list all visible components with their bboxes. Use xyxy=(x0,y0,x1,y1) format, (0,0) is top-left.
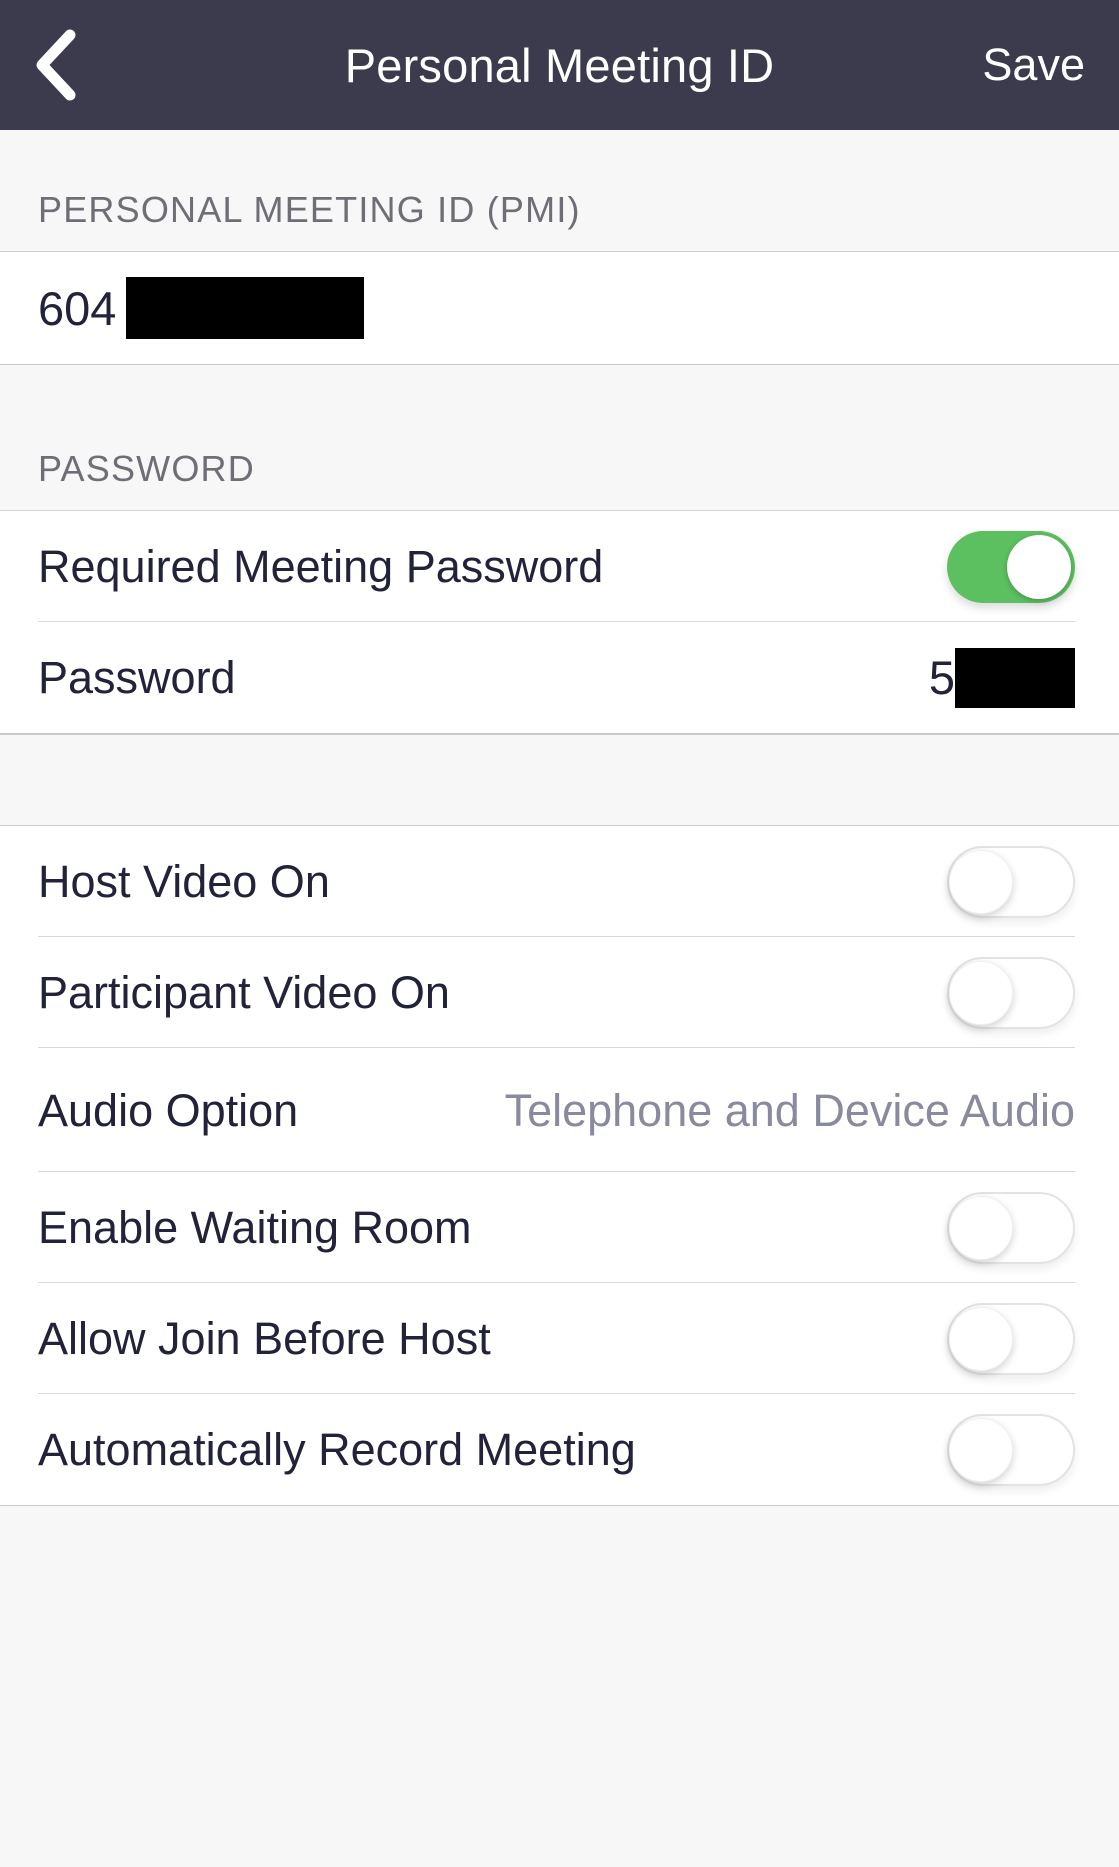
toggle-host-video-on[interactable] xyxy=(947,845,1075,918)
row-label: Host Video On xyxy=(38,856,330,907)
section-header-pmi: PERSONAL MEETING ID (PMI) xyxy=(0,130,1119,252)
pmi-group: 604 xyxy=(0,252,1119,364)
row-allow-join-before-host[interactable]: Allow Join Before Host xyxy=(0,1283,1119,1394)
row-audio-option[interactable]: Audio Option Telephone and Device Audio xyxy=(0,1048,1119,1172)
row-label: Allow Join Before Host xyxy=(38,1313,491,1364)
pmi-value: 604 xyxy=(38,277,365,339)
row-label: Enable Waiting Room xyxy=(38,1202,472,1253)
password-value-text: 5 xyxy=(928,651,955,704)
section-header-password: PASSWORD xyxy=(0,365,1119,511)
back-button[interactable] xyxy=(12,0,98,130)
pmi-redaction-bar xyxy=(126,277,365,339)
toggle-knob xyxy=(949,1306,1013,1371)
pmi-row[interactable]: 604 xyxy=(0,252,1119,364)
toggle-enable-waiting-room[interactable] xyxy=(947,1191,1075,1264)
toggle-knob xyxy=(949,1195,1013,1260)
navigation-bar: Personal Meeting ID Save xyxy=(0,0,1119,130)
page-title: Personal Meeting ID xyxy=(344,38,775,92)
bottom-spacer xyxy=(0,1505,1119,1567)
row-automatically-record-meeting[interactable]: Automatically Record Meeting xyxy=(0,1394,1119,1505)
pmi-value-text: 604 xyxy=(38,281,117,335)
toggle-knob xyxy=(949,849,1013,914)
toggle-knob xyxy=(1007,534,1071,599)
row-host-video-on[interactable]: Host Video On xyxy=(0,826,1119,937)
row-label: Password xyxy=(38,652,236,703)
password-value: 5 xyxy=(928,647,1075,708)
row-label: Participant Video On xyxy=(38,967,450,1018)
save-button[interactable]: Save xyxy=(982,0,1085,130)
meeting-options-group: Host Video On Participant Video On Audio… xyxy=(0,826,1119,1505)
section-spacer xyxy=(0,734,1119,826)
row-label: Required Meeting Password xyxy=(38,541,604,592)
toggle-automatically-record-meeting[interactable] xyxy=(947,1413,1075,1486)
password-redaction-bar xyxy=(955,647,1075,708)
password-group: Required Meeting Password Password 5 xyxy=(0,511,1119,733)
row-enable-waiting-room[interactable]: Enable Waiting Room xyxy=(0,1172,1119,1283)
toggle-allow-join-before-host[interactable] xyxy=(947,1302,1075,1375)
row-label: Automatically Record Meeting xyxy=(38,1424,636,1475)
toggle-knob xyxy=(949,1417,1013,1482)
row-required-meeting-password[interactable]: Required Meeting Password xyxy=(0,511,1119,622)
chevron-left-icon xyxy=(32,29,78,101)
row-password[interactable]: Password 5 xyxy=(0,622,1119,733)
personal-meeting-id-screen: Personal Meeting ID Save PERSONAL MEETIN… xyxy=(0,0,1119,1867)
row-label: Audio Option xyxy=(38,1084,299,1136)
audio-option-value: Telephone and Device Audio xyxy=(504,1084,1075,1136)
toggle-required-meeting-password[interactable] xyxy=(947,530,1075,603)
toggle-knob xyxy=(949,960,1013,1025)
row-participant-video-on[interactable]: Participant Video On xyxy=(0,937,1119,1048)
toggle-participant-video-on[interactable] xyxy=(947,956,1075,1029)
